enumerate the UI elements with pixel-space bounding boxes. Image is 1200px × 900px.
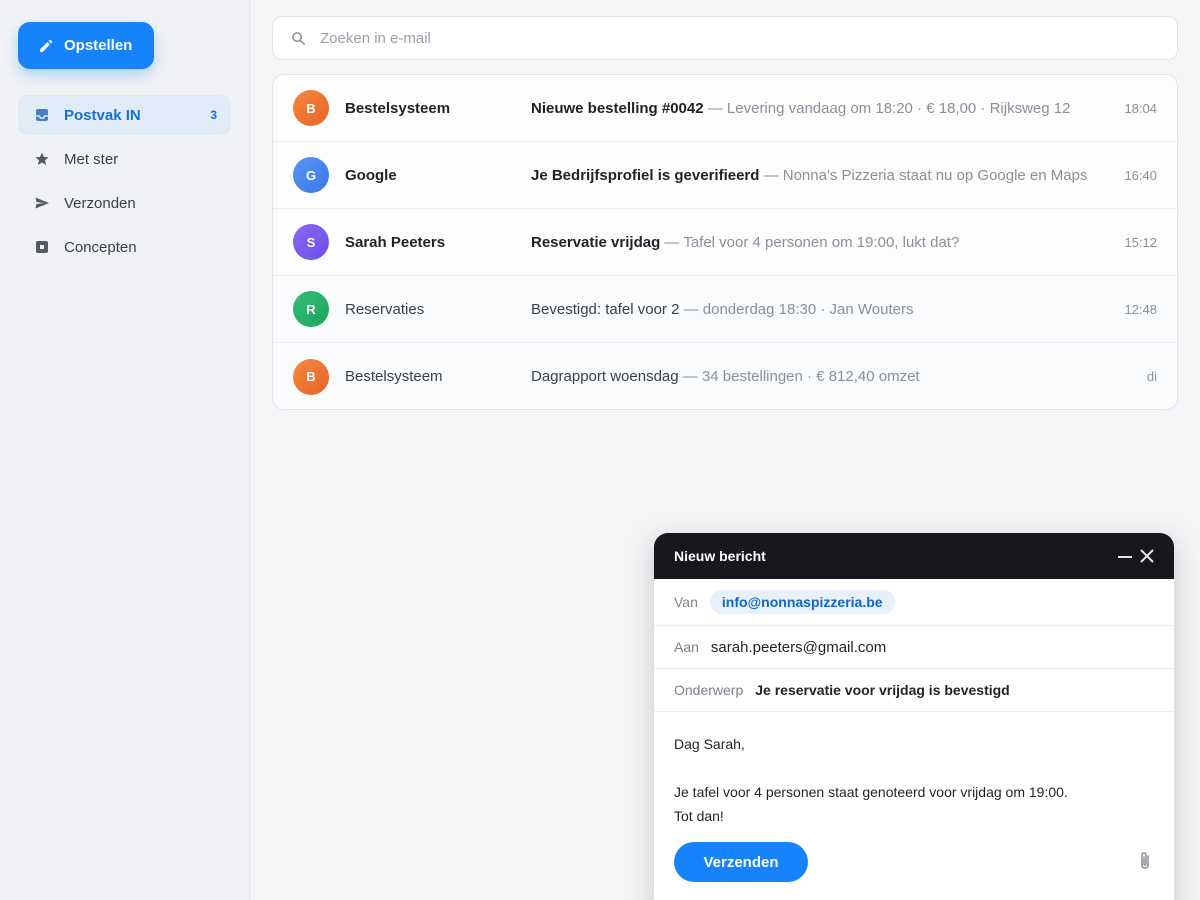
mail-snippet: — Levering vandaag om 18:20 · € 18,00 · … bbox=[703, 99, 1071, 117]
star-icon bbox=[34, 151, 50, 167]
mail-sender: Reservaties bbox=[345, 300, 425, 318]
mail-sender: Sarah Peeters bbox=[345, 233, 446, 251]
close-icon bbox=[1140, 549, 1154, 563]
to-label: Aan bbox=[674, 639, 699, 655]
mail-time: 16:40 bbox=[1124, 167, 1157, 183]
sidebar-item-label: Postvak IN bbox=[64, 106, 141, 124]
from-field: Van info@nonnaspizzeria.be bbox=[654, 579, 1174, 626]
mail-subject: Reservatie vrijdag bbox=[531, 233, 661, 251]
mail-time: 18:04 bbox=[1124, 100, 1157, 116]
mail-time: 15:12 bbox=[1124, 234, 1157, 250]
sidebar: Opstellen Postvak IN 3 Met ster Verzonde… bbox=[0, 0, 250, 900]
mail-subject: Je Bedrijfsprofiel is geverifieerd bbox=[531, 166, 760, 184]
unread-count-badge: 3 bbox=[210, 108, 217, 122]
draft-icon bbox=[34, 239, 50, 255]
mail-subject: Nieuwe bestelling #0042 bbox=[531, 99, 704, 117]
search-bar bbox=[272, 16, 1178, 60]
avatar: B bbox=[293, 358, 329, 395]
mail-subject-line: Dagrapport woensdag — 34 bestellingen · … bbox=[531, 368, 920, 385]
inbox-icon bbox=[34, 107, 50, 123]
minimize-button[interactable] bbox=[1116, 547, 1134, 565]
mail-row[interactable]: R Reservaties Bevestigd: tafel voor 2 — … bbox=[273, 276, 1177, 343]
mail-sender: Bestelsysteem bbox=[345, 99, 451, 117]
compose-header: Nieuw bericht bbox=[654, 533, 1174, 579]
mail-subject-line: Reservatie vrijdag — Tafel voor 4 person… bbox=[531, 234, 959, 251]
send-button[interactable]: Verzenden bbox=[674, 842, 808, 882]
mail-row[interactable]: S Sarah Peeters Reservatie vrijdag — Taf… bbox=[273, 209, 1177, 276]
compose-button[interactable]: Opstellen bbox=[18, 22, 154, 69]
compose-window: Nieuw bericht Van info@nonnaspizzeria.be… bbox=[654, 533, 1174, 900]
mail-time: di bbox=[1146, 369, 1157, 384]
message-body[interactable]: Dag Sarah, Je tafel voor 4 personen staa… bbox=[654, 712, 1174, 828]
folder-nav: Postvak IN 3 Met ster Verzonden Concepte… bbox=[18, 95, 231, 271]
mail-snippet: — donderdag 18:30 · Jan Wouters bbox=[679, 300, 914, 318]
body-line: Je tafel voor 4 personen staat genoteerd… bbox=[674, 784, 1068, 800]
body-greeting: Dag Sarah, bbox=[674, 736, 745, 752]
sidebar-item-inbox[interactable]: Postvak IN 3 bbox=[18, 95, 231, 135]
sidebar-item-label: Concepten bbox=[64, 238, 137, 256]
mail-snippet: — Nonna's Pizzeria staat nu op Google en… bbox=[759, 166, 1088, 184]
body-line: Tot dan! bbox=[674, 808, 724, 824]
body-blank-line bbox=[674, 756, 1154, 780]
sidebar-item-sent[interactable]: Verzonden bbox=[18, 183, 231, 223]
mail-subject: Dagrapport woensdag bbox=[531, 368, 679, 385]
subject-field[interactable]: Onderwerp Je reservatie voor vrijdag is … bbox=[654, 669, 1174, 712]
search-input[interactable] bbox=[320, 29, 1120, 47]
mail-snippet: — 34 bestellingen · € 812,40 omzet bbox=[678, 368, 920, 385]
sidebar-item-drafts[interactable]: Concepten bbox=[18, 227, 231, 267]
sidebar-item-starred[interactable]: Met ster bbox=[18, 139, 231, 179]
compose-title: Nieuw bericht bbox=[674, 548, 766, 564]
mail-app: Opstellen Postvak IN 3 Met ster Verzonde… bbox=[0, 0, 1200, 900]
mail-row[interactable]: B Bestelsysteem Dagrapport woensdag — 34… bbox=[273, 343, 1177, 409]
close-button[interactable] bbox=[1138, 547, 1156, 565]
avatar: R bbox=[293, 291, 329, 327]
compose-label: Opstellen bbox=[64, 37, 133, 54]
search-icon bbox=[292, 31, 305, 45]
mail-sender: Google bbox=[345, 166, 397, 184]
minimize-icon bbox=[1118, 556, 1132, 558]
subject-label: Onderwerp bbox=[674, 682, 744, 698]
to-address[interactable]: sarah.peeters@gmail.com bbox=[711, 639, 886, 656]
avatar: B bbox=[293, 90, 329, 126]
mail-list: B Bestelsysteem Nieuwe bestelling #0042 … bbox=[272, 74, 1178, 410]
mail-snippet: — Tafel voor 4 personen om 19:00, lukt d… bbox=[660, 233, 960, 251]
send-icon bbox=[34, 195, 50, 211]
mail-sender: Bestelsysteem bbox=[345, 368, 443, 385]
mail-row[interactable]: B Bestelsysteem Nieuwe bestelling #0042 … bbox=[273, 75, 1177, 142]
sidebar-item-label: Verzonden bbox=[64, 194, 136, 212]
from-label: Van bbox=[674, 594, 698, 610]
mail-subject-line: Je Bedrijfsprofiel is geverifieerd — Non… bbox=[531, 167, 1087, 184]
avatar: G bbox=[293, 157, 329, 193]
pencil-icon bbox=[40, 39, 53, 52]
paperclip-icon[interactable] bbox=[1136, 851, 1154, 871]
sidebar-item-label: Met ster bbox=[64, 150, 119, 168]
mail-subject-line: Nieuwe bestelling #0042 — Levering vanda… bbox=[531, 100, 1070, 117]
mail-time: 12:48 bbox=[1124, 301, 1157, 317]
mail-subject: Bevestigd: tafel voor 2 bbox=[531, 300, 680, 318]
mail-row[interactable]: G Google Je Bedrijfsprofiel is geverifie… bbox=[273, 142, 1177, 209]
subject-input[interactable]: Je reservatie voor vrijdag is bevestigd bbox=[755, 682, 1009, 698]
to-field[interactable]: Aan sarah.peeters@gmail.com bbox=[654, 626, 1174, 669]
mail-subject-line: Bevestigd: tafel voor 2 — donderdag 18:3… bbox=[531, 301, 913, 318]
avatar: S bbox=[293, 224, 329, 260]
from-address-chip[interactable]: info@nonnaspizzeria.be bbox=[709, 590, 895, 614]
